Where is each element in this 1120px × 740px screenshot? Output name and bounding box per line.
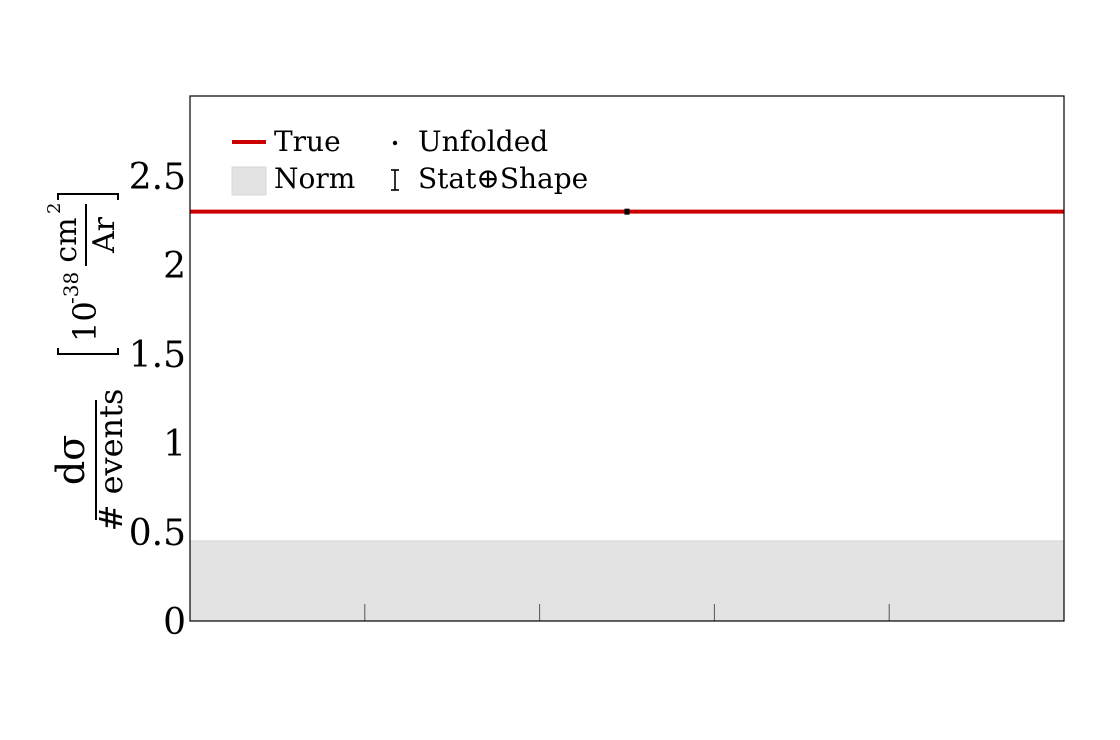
y-tick-label: 1 (163, 424, 186, 465)
ylabel-numerator: dσ (49, 435, 93, 485)
legend-norm-swatch (231, 166, 267, 196)
y-axis-label: dσ # events 10 -38 cm 2 Ar (44, 193, 130, 532)
legend-statshape-swatch (391, 169, 399, 191)
legend: True Unfolded Norm Stat⊕Shape (231, 125, 588, 196)
unfolded-marker (624, 208, 630, 215)
chart: 0 0.5 1 1.5 2 2.5 True Unfolded Norm Stat⊕Sha… (44, 95, 1065, 643)
legend-norm-label: Norm (274, 162, 355, 195)
unfolded-point (624, 208, 630, 215)
ylabel-unit-denominator: Ar (87, 216, 122, 254)
norm-band (189, 540, 1065, 622)
ylabel-unit-numerator: cm (49, 217, 84, 262)
y-tick-label: 2.5 (129, 157, 186, 198)
legend-true-label: True (274, 125, 341, 158)
ylabel-denominator: # events (92, 389, 130, 532)
y-tick-labels: 0 0.5 1 1.5 2 2.5 (129, 157, 186, 643)
y-tick-label: 0 (163, 602, 186, 643)
legend-unfolded-swatch (392, 140, 398, 146)
ylabel-bracket-left (57, 348, 119, 355)
ylabel-unit-exponent: -38 (59, 272, 83, 304)
y-tick-label: 2 (163, 246, 186, 287)
legend-unfolded-label: Unfolded (418, 125, 548, 158)
ylabel-unit-prefix: 10 (66, 301, 104, 342)
legend-statshape-label: Stat⊕Shape (418, 162, 588, 195)
ylabel-bracket-right (57, 193, 119, 200)
y-tick-label: 1.5 (129, 335, 186, 376)
y-tick-label: 0.5 (129, 513, 186, 554)
ylabel-unit-num-exponent: 2 (44, 203, 65, 214)
